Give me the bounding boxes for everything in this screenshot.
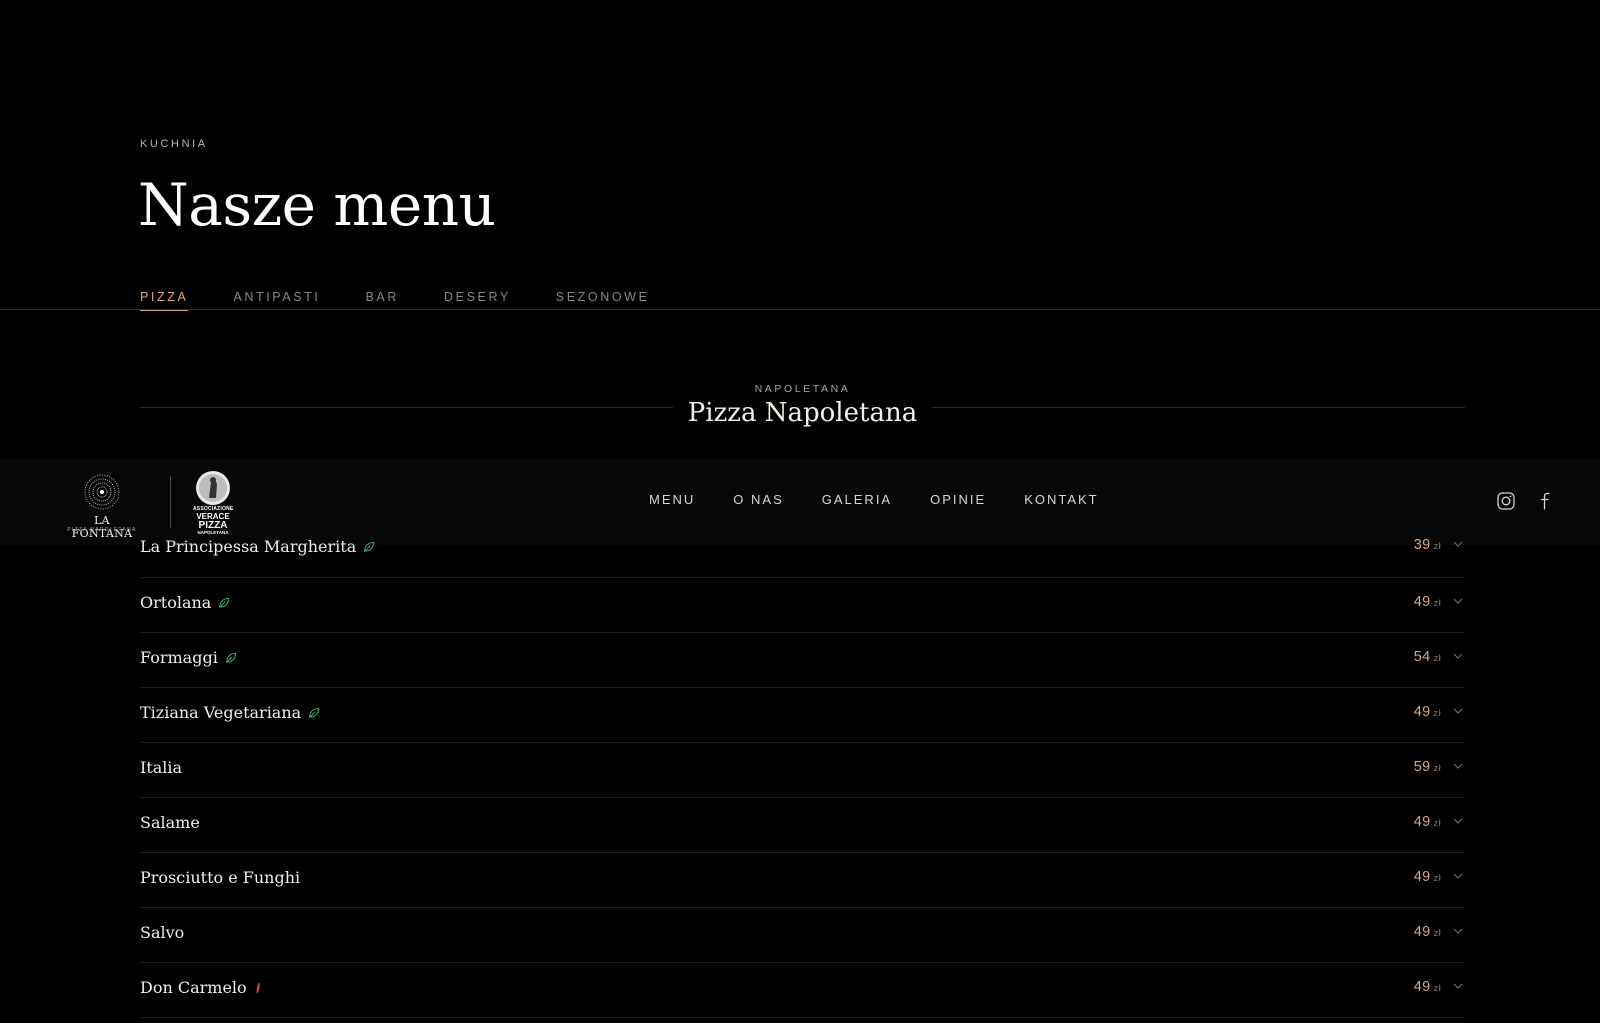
main-nav: MENU O NAS GALERIA OPINIE KONTAKT — [649, 492, 1137, 507]
menu-item-row[interactable]: Salame 49 zł — [140, 798, 1465, 853]
menu-item-name: La Principessa Margherita — [140, 537, 375, 556]
menu-item-price: 59 zł — [1414, 759, 1441, 775]
tab-antipasti[interactable]: ANTIPASTI — [233, 290, 320, 311]
price-currency: zł — [1433, 541, 1441, 552]
price-value: 49 — [1413, 814, 1431, 830]
avpn-wordmark: ASSOCIAZIONE VERACE PIZZA NAPOLETANA — [193, 507, 233, 536]
menu-item-label: Prosciutto e Funghi — [140, 868, 301, 887]
menu-item-price: 49 zł — [1414, 979, 1441, 995]
logo-divider — [170, 476, 171, 528]
leaf-icon — [363, 541, 375, 553]
menu-item-label: Italia — [140, 758, 183, 777]
logo-subtitle: PIZZA NAPOLETANA — [67, 527, 137, 533]
rosette-icon — [84, 474, 120, 510]
menu-item-name: Don Carmelo — [140, 978, 262, 997]
menu-category-tabs: PIZZA ANTIPASTI BAR DESERY SEZONOWE — [140, 290, 695, 311]
leaf-icon — [308, 707, 320, 719]
price-value: 49 — [1413, 594, 1431, 610]
price-value: 49 — [1413, 869, 1431, 885]
chevron-down-icon[interactable] — [1453, 818, 1463, 824]
price-value: 49 — [1413, 924, 1431, 940]
menu-item-label: Salame — [140, 813, 200, 832]
price-currency: zł — [1433, 653, 1441, 664]
nav-o-nas[interactable]: O NAS — [733, 492, 783, 507]
menu-item-name: Salame — [140, 813, 200, 832]
category-title: Pizza Napoletana — [687, 398, 918, 428]
menu-item-row[interactable]: Italia 59 zł — [140, 743, 1465, 798]
price-value: 49 — [1413, 979, 1431, 995]
menu-item-price: 49 zł — [1414, 924, 1441, 940]
avpn-seal-icon — [196, 471, 230, 505]
site-navbar: LA FONTANA PIZZA NAPOLETANA ASSOCIAZIONE… — [0, 459, 1600, 545]
menu-item-label: Salvo — [140, 923, 185, 942]
price-value: 59 — [1413, 759, 1431, 775]
page-title: Nasze menu — [138, 171, 496, 239]
tab-bar[interactable]: BAR — [366, 290, 400, 311]
chevron-down-icon[interactable] — [1453, 653, 1463, 659]
instagram-icon[interactable] — [1497, 492, 1515, 510]
tabs-divider — [0, 309, 1600, 310]
chevron-down-icon[interactable] — [1453, 983, 1463, 989]
tab-desery[interactable]: DESERY — [444, 290, 511, 311]
menu-item-row[interactable]: Prosciutto e Funghi 49 zł — [140, 853, 1465, 908]
menu-item-name: Salvo — [140, 923, 184, 942]
avpn-logo[interactable]: ASSOCIAZIONE VERACE PIZZA NAPOLETANA — [193, 470, 233, 536]
nav-kontakt[interactable]: KONTAKT — [1024, 492, 1098, 507]
menu-item-price: 39 zł — [1414, 537, 1441, 553]
menu-item-label: Tiziana Vegetariana — [140, 703, 302, 722]
menu-item-name: Formaggi — [140, 648, 237, 667]
menu-item-price: 49 zł — [1414, 814, 1441, 830]
price-value: 54 — [1413, 649, 1431, 665]
chevron-down-icon[interactable] — [1453, 541, 1463, 547]
menu-item-label: Formaggi — [140, 648, 218, 667]
price-currency: zł — [1433, 873, 1441, 884]
tab-sezonowe[interactable]: SEZONOWE — [556, 290, 650, 311]
price-currency: zł — [1433, 598, 1441, 609]
menu-item-price: 54 zł — [1414, 649, 1441, 665]
tab-pizza[interactable]: PIZZA — [140, 290, 189, 311]
nav-menu[interactable]: MENU — [649, 492, 695, 507]
menu-items-list: La Principessa Margherita 39 zł Ortolana … — [140, 537, 1465, 1018]
chevron-down-icon[interactable] — [1453, 763, 1463, 769]
menu-item-label: La Principessa Margherita — [140, 537, 357, 556]
category-header: NAPOLETANA Pizza Napoletana — [140, 380, 1465, 440]
menu-item-name: Tiziana Vegetariana — [140, 703, 320, 722]
price-currency: zł — [1433, 763, 1441, 774]
menu-item-name: Italia — [140, 758, 182, 777]
la-fontana-logo[interactable]: LA FONTANA PIZZA NAPOLETANA — [62, 471, 142, 540]
section-eyebrow-kuchnia: KUCHNIA — [140, 138, 208, 150]
nav-opinie[interactable]: OPINIE — [930, 492, 986, 507]
avpn-line-4: NAPOLETANA — [197, 530, 229, 535]
menu-item-label: Ortolana — [140, 593, 212, 612]
menu-item-name: Ortolana — [140, 593, 230, 612]
leaf-icon — [218, 597, 230, 609]
menu-item-row[interactable]: Formaggi 54 zł — [140, 633, 1465, 688]
chevron-down-icon[interactable] — [1453, 873, 1463, 879]
chevron-down-icon[interactable] — [1453, 708, 1463, 714]
menu-item-label: Don Carmelo — [140, 978, 247, 997]
price-currency: zł — [1433, 708, 1441, 719]
price-currency: zł — [1433, 928, 1441, 939]
facebook-icon[interactable] — [1539, 492, 1551, 510]
chili-icon — [254, 981, 262, 995]
menu-item-row[interactable]: Tiziana Vegetariana 49 zł — [140, 688, 1465, 743]
category-eyebrow: NAPOLETANA — [754, 383, 851, 395]
menu-item-name: Prosciutto e Funghi — [140, 868, 300, 887]
chevron-down-icon[interactable] — [1453, 598, 1463, 604]
menu-item-row[interactable]: Ortolana 49 zł — [140, 578, 1465, 633]
price-value: 49 — [1413, 704, 1431, 720]
chevron-down-icon[interactable] — [1453, 928, 1463, 934]
price-currency: zł — [1433, 983, 1441, 994]
menu-item-price: 49 zł — [1414, 869, 1441, 885]
menu-item-row[interactable]: La Principessa Margherita 39 zł — [140, 537, 1465, 578]
price-currency: zł — [1433, 818, 1441, 829]
nav-galeria[interactable]: GALERIA — [822, 492, 892, 507]
menu-item-row[interactable]: Salvo 49 zł — [140, 908, 1465, 963]
leaf-icon — [225, 652, 237, 664]
menu-item-price: 49 zł — [1414, 594, 1441, 610]
menu-item-price: 49 zł — [1414, 704, 1441, 720]
price-value: 39 — [1413, 537, 1431, 553]
menu-item-row[interactable]: Don Carmelo 49 zł — [140, 963, 1465, 1018]
